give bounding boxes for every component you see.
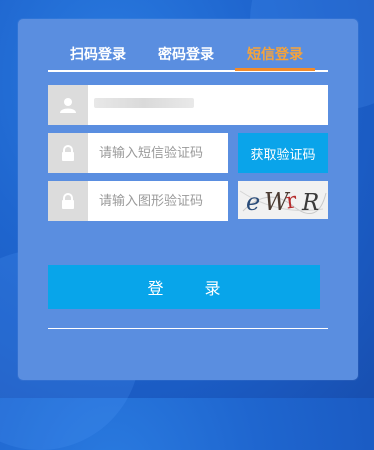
login-button[interactable]: 登 录 — [48, 265, 320, 309]
login-card: 扫码登录 密码登录 短信登录 获取验证码 — [18, 19, 358, 380]
lock-icon — [48, 133, 88, 173]
get-sms-code-button[interactable]: 获取验证码 — [238, 133, 328, 173]
sms-code-input[interactable] — [88, 133, 228, 173]
image-code-input[interactable] — [88, 181, 228, 221]
image-code-row — [48, 181, 228, 221]
phone-value-redacted — [94, 98, 194, 108]
active-tab-indicator — [235, 68, 315, 71]
tab-sms-login[interactable]: 短信登录 — [240, 44, 310, 68]
lock-icon — [48, 181, 88, 221]
bottom-divider — [48, 328, 328, 329]
sms-code-row — [48, 133, 228, 173]
user-icon — [48, 85, 88, 125]
phone-row — [48, 85, 328, 125]
svg-text:e: e — [246, 188, 260, 216]
tab-qrcode-login[interactable]: 扫码登录 — [63, 44, 133, 68]
captcha-image[interactable]: e W r R — [238, 181, 328, 219]
login-tabs: 扫码登录 密码登录 短信登录 — [48, 44, 328, 72]
tab-password-login[interactable]: 密码登录 — [151, 44, 221, 68]
svg-text:R: R — [301, 190, 319, 216]
